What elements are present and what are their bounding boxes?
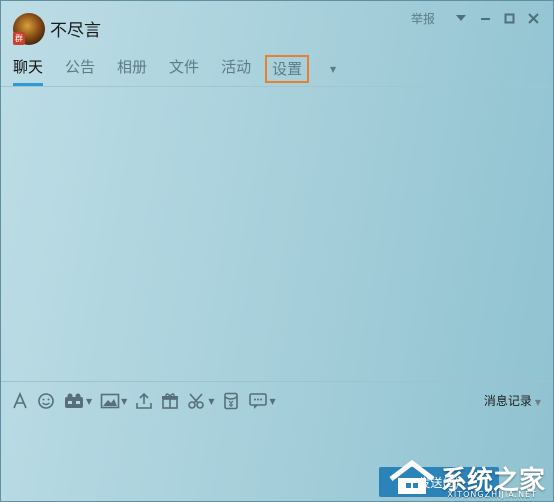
tab-files[interactable]: 文件 bbox=[169, 56, 199, 82]
watermark-subtext: XITONGZHIJIA.NET bbox=[447, 490, 537, 499]
screenshot-dropdown-icon[interactable]: ▼ bbox=[208, 397, 214, 406]
tab-activities[interactable]: 活动 bbox=[221, 56, 251, 82]
close-icon[interactable] bbox=[521, 9, 545, 27]
tab-announcements[interactable]: 公告 bbox=[65, 56, 95, 82]
chat-message-area[interactable] bbox=[1, 87, 553, 381]
group-tabs: 聊天 公告 相册 文件 活动 设置 bbox=[13, 55, 331, 86]
watermark-logo bbox=[387, 459, 437, 497]
gif-dropdown-icon[interactable]: ▼ bbox=[86, 397, 92, 406]
more-tools-icon[interactable]: ▼ bbox=[248, 391, 276, 411]
group-title[interactable]: 不尽言 bbox=[50, 16, 101, 41]
message-history-label: 消息记录 bbox=[483, 394, 532, 408]
tab-settings[interactable]: 设置 bbox=[265, 55, 310, 83]
upload-icon[interactable] bbox=[135, 391, 153, 411]
red-packet-icon[interactable] bbox=[222, 391, 240, 411]
tab-chat[interactable]: 聊天 bbox=[13, 56, 44, 86]
menu-dropdown-icon[interactable] bbox=[449, 9, 473, 27]
image-dropdown-icon[interactable]: ▼ bbox=[121, 397, 127, 406]
history-dropdown-icon[interactable]: ▼ bbox=[535, 398, 541, 407]
settings-dropdown-icon[interactable]: ▼ bbox=[330, 65, 336, 74]
gift-icon[interactable] bbox=[161, 391, 179, 411]
qq-group-chat-window: 群 不尽言 举报 聊天 公告 相册 文件 活动 设置 ▼ ▼ ▼ ▼ ▼ 消息记… bbox=[0, 0, 554, 502]
font-icon[interactable] bbox=[11, 391, 29, 411]
group-badge: 群 bbox=[13, 32, 25, 45]
screenshot-icon[interactable]: ▼ bbox=[187, 391, 214, 411]
more-tools-dropdown-icon[interactable]: ▼ bbox=[269, 397, 275, 406]
message-history-button[interactable]: 消息记录 ▼ bbox=[484, 392, 541, 409]
image-icon[interactable]: ▼ bbox=[100, 391, 127, 411]
maximize-icon[interactable] bbox=[497, 9, 521, 27]
input-toolbar: ▼ ▼ ▼ ▼ bbox=[11, 391, 284, 411]
report-button[interactable]: 举报 bbox=[411, 10, 435, 27]
tab-album[interactable]: 相册 bbox=[117, 56, 147, 82]
minimize-icon[interactable] bbox=[473, 9, 497, 27]
window-controls: 举报 bbox=[411, 9, 545, 27]
emoji-icon[interactable] bbox=[37, 391, 55, 411]
gif-icon[interactable]: ▼ bbox=[63, 391, 92, 411]
toolbar-divider bbox=[1, 381, 553, 382]
